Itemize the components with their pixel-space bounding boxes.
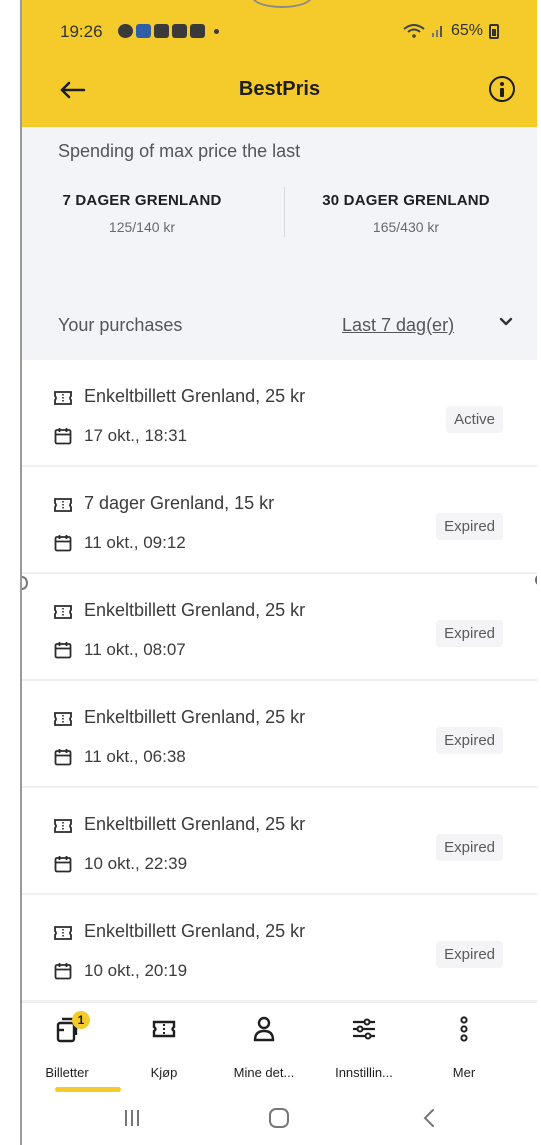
status-badge: Expired bbox=[436, 727, 503, 754]
status-bar: 19:26 65% bbox=[22, 0, 537, 64]
battery-percent: 65% bbox=[450, 22, 483, 39]
nav-label-innstillinger: Innstillin... bbox=[335, 1065, 393, 1080]
list-item-date: 10 okt., 20:19 bbox=[84, 961, 188, 980]
more-notifications-dot-icon bbox=[214, 29, 219, 34]
status-badge: Expired bbox=[436, 513, 503, 540]
bottom-navigation: 1 Billetter Kjøp Mine det... Innstillin.… bbox=[22, 1002, 537, 1092]
status-badge: Expired bbox=[436, 834, 503, 861]
battery-icon bbox=[489, 23, 499, 39]
status-notification-icons bbox=[118, 24, 219, 38]
nav-label-mer: Mer bbox=[452, 1065, 476, 1080]
calendar-icon bbox=[54, 963, 72, 980]
status-time: 19:26 bbox=[60, 22, 103, 41]
purchases-label: Your purchases bbox=[58, 315, 183, 335]
header: 19:26 65% BestPris bbox=[22, 0, 537, 127]
ticket-icon bbox=[54, 712, 72, 726]
status-badge: Expired bbox=[436, 620, 503, 647]
list-item-title: Enkeltbillett Grenland, 25 kr bbox=[84, 707, 306, 727]
list-item-title: Enkeltbillett Grenland, 25 kr bbox=[84, 386, 306, 406]
purchases-header: Your purchases Last 7 dag(er) bbox=[22, 307, 537, 347]
list-item[interactable]: Enkeltbillett Grenland, 25 kr 11 okt., 0… bbox=[22, 574, 537, 681]
divider bbox=[284, 187, 285, 237]
list-item-date: 10 okt., 22:39 bbox=[84, 854, 188, 873]
status-right: 65% bbox=[403, 22, 499, 40]
spending-30-days-name: 30 DAGER GRENLAND bbox=[322, 192, 490, 209]
ticket-icon bbox=[54, 819, 72, 833]
ticket-icon bbox=[54, 605, 72, 619]
app-bar: BestPris bbox=[22, 64, 537, 120]
ticket-icon bbox=[152, 1020, 176, 1038]
mail-icon bbox=[172, 24, 187, 38]
message-icon bbox=[154, 24, 169, 38]
nav-label-mine-detaljer: Mine det... bbox=[233, 1065, 295, 1080]
list-item[interactable]: Enkeltbillett Grenland, 25 kr 17 okt., 1… bbox=[22, 360, 537, 467]
list-item[interactable]: Enkeltbillett Grenland, 25 kr 11 okt., 0… bbox=[22, 681, 537, 788]
list-item-title: 7 dager Grenland, 15 kr bbox=[84, 493, 275, 513]
wifi-icon bbox=[403, 24, 425, 38]
notification-badge: 1 bbox=[72, 1011, 90, 1029]
list-item-date: 17 okt., 18:31 bbox=[84, 426, 188, 445]
status-badge: Expired bbox=[436, 941, 503, 968]
list-item-date: 11 okt., 09:12 bbox=[84, 533, 186, 552]
spending-7-days-value: 125/140 kr bbox=[108, 219, 176, 235]
calendar-icon bbox=[54, 856, 72, 873]
calendar-icon bbox=[54, 535, 72, 552]
list-item-date: 11 okt., 06:38 bbox=[84, 747, 186, 766]
chevron-down-icon[interactable] bbox=[499, 315, 513, 329]
recent-apps-icon[interactable] bbox=[117, 1104, 147, 1132]
system-navigation-bar bbox=[22, 1092, 537, 1145]
signal-icon bbox=[431, 26, 442, 37]
back-icon[interactable] bbox=[414, 1104, 444, 1132]
ticket-icon bbox=[54, 926, 72, 940]
spending-title: Spending of max price the last bbox=[58, 141, 301, 161]
calendar-icon bbox=[54, 749, 72, 766]
spending-7-days-name: 7 DAGER GRENLAND bbox=[62, 192, 222, 209]
spending-30-days: 30 DAGER GRENLAND 165/430 kr bbox=[286, 192, 526, 235]
spending-section: Spending of max price the last 7 DAGER G… bbox=[22, 127, 537, 360]
nav-label-kjop: Kjøp bbox=[150, 1065, 178, 1080]
calendar-icon bbox=[54, 642, 72, 659]
page-title: BestPris bbox=[238, 78, 321, 100]
more-vertical-icon bbox=[460, 1016, 468, 1042]
person-icon bbox=[253, 1016, 275, 1042]
status-badge: Active bbox=[446, 406, 503, 433]
list-item-title: Enkeltbillett Grenland, 25 kr bbox=[84, 600, 306, 620]
ticket-icon bbox=[54, 498, 72, 512]
cloud-icon bbox=[190, 24, 205, 38]
purchase-list: Enkeltbillett Grenland, 25 kr 17 okt., 1… bbox=[22, 360, 537, 1002]
list-item-title: Enkeltbillett Grenland, 25 kr bbox=[84, 921, 306, 941]
sliders-icon bbox=[353, 1018, 375, 1040]
ticket-icon bbox=[54, 391, 72, 405]
spending-30-days-value: 165/430 kr bbox=[372, 219, 440, 235]
phone-screen: 19:26 65% BestPris Spending of max price… bbox=[22, 0, 537, 1145]
notification-icon bbox=[118, 24, 133, 38]
home-icon[interactable] bbox=[264, 1104, 294, 1132]
nav-label-billetter: Billetter bbox=[45, 1065, 89, 1080]
list-item[interactable]: 7 dager Grenland, 15 kr 11 okt., 09:12 E… bbox=[22, 467, 537, 574]
list-item[interactable]: Enkeltbillett Grenland, 25 kr 10 okt., 2… bbox=[22, 895, 537, 1002]
list-item[interactable]: Enkeltbillett Grenland, 25 kr 10 okt., 2… bbox=[22, 788, 537, 895]
period-filter-dropdown[interactable]: Last 7 dag(er) bbox=[342, 315, 454, 336]
calendar-icon bbox=[54, 428, 72, 445]
list-item-title: Enkeltbillett Grenland, 25 kr bbox=[84, 814, 306, 834]
info-icon[interactable] bbox=[489, 76, 515, 102]
spending-7-days: 7 DAGER GRENLAND 125/140 kr bbox=[22, 192, 262, 235]
app-notification-icon bbox=[136, 24, 151, 38]
list-item-date: 11 okt., 08:07 bbox=[84, 640, 186, 659]
